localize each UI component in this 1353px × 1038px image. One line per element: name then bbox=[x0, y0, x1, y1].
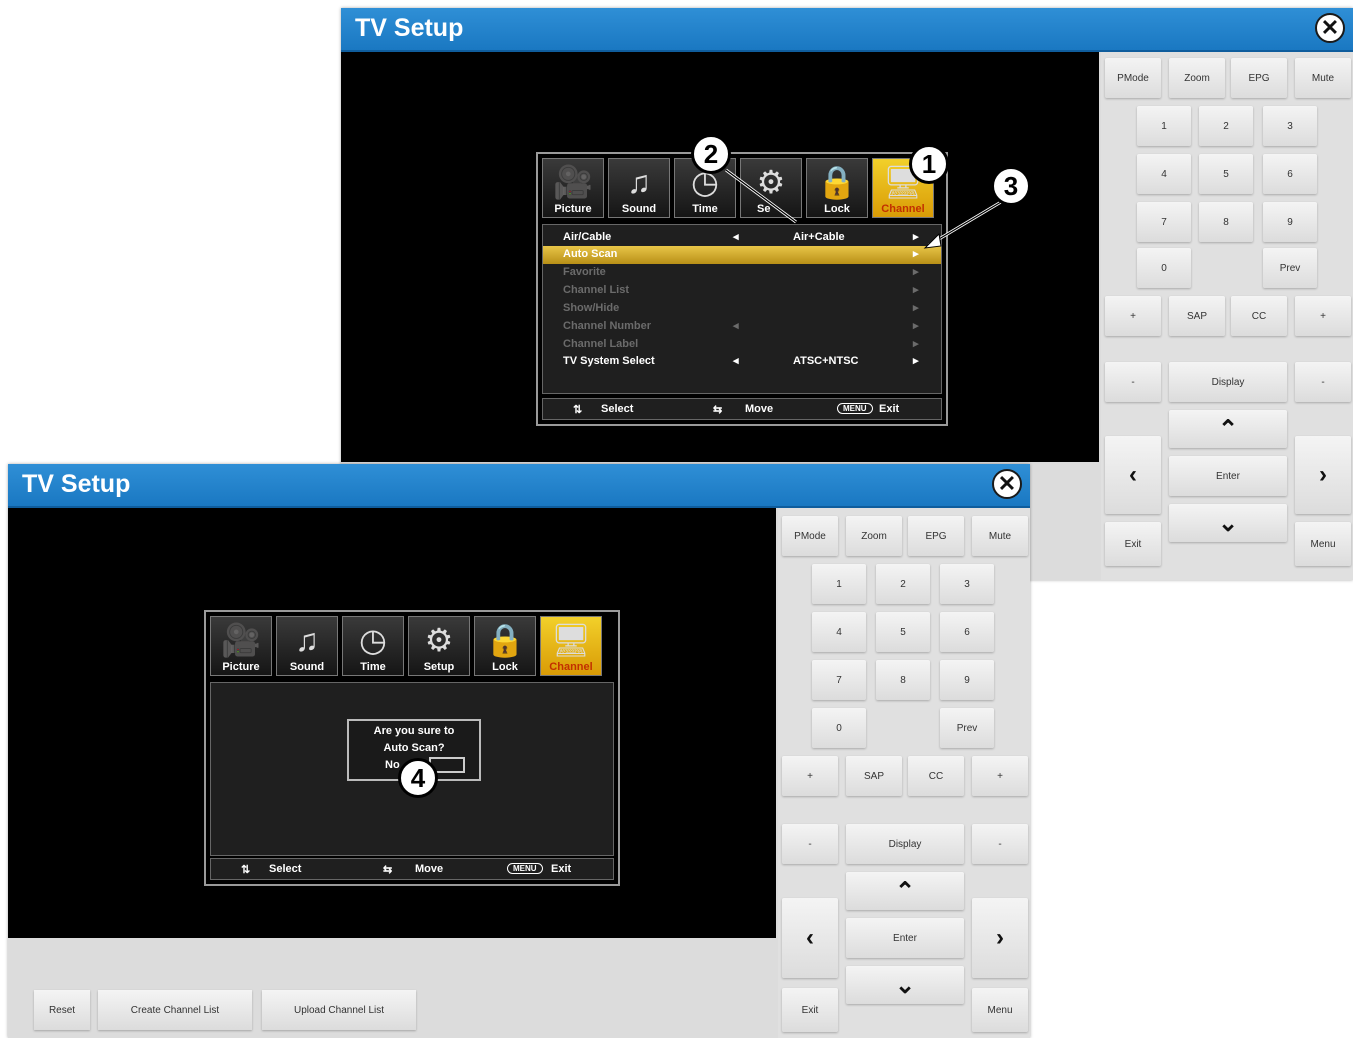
reset-button[interactable]: Reset bbox=[34, 990, 90, 1030]
digit-1-button[interactable]: 1 bbox=[812, 564, 866, 604]
tv-setup-window-front: TV Setup ✕ 🎥 Picture ♫ Sound ◷ Time ⚙ Setup … bbox=[8, 464, 1030, 1038]
left-right-icon: ⇆ bbox=[383, 864, 393, 876]
vol-minus-button[interactable]: - bbox=[782, 824, 838, 864]
digit-9-button[interactable]: 9 bbox=[940, 660, 994, 700]
monitor-icon: 🖥 bbox=[550, 622, 592, 658]
tv-screen: 🎥 Picture ♫ Sound ◷ Time ⚙ Se 🔒 Lock 🖥 Channel… bbox=[341, 52, 1099, 462]
digit-6-button[interactable]: 6 bbox=[940, 612, 994, 652]
chevron-up-icon[interactable]: ⌃ bbox=[846, 872, 964, 910]
digit-6-button[interactable]: 6 bbox=[1263, 154, 1317, 194]
remote-panel: PMode Zoom EPG Mute 1 2 3 4 5 6 7 8 9 0 … bbox=[1101, 52, 1353, 580]
prev-button[interactable]: Prev bbox=[1263, 248, 1317, 288]
prev-button[interactable]: Prev bbox=[940, 708, 994, 748]
exit-button[interactable]: Exit bbox=[782, 988, 838, 1032]
clock-icon: ◷ bbox=[359, 622, 387, 658]
digit-0-button[interactable]: 0 bbox=[1137, 248, 1191, 288]
enter-button[interactable]: Enter bbox=[1169, 456, 1287, 496]
ch-minus-button[interactable]: - bbox=[1295, 362, 1351, 402]
cc-button[interactable]: CC bbox=[1231, 296, 1287, 336]
music-note-icon: ♫ bbox=[295, 622, 319, 658]
bottom-toolbar: Reset Create Channel List Upload Channel… bbox=[8, 938, 776, 1038]
epg-button[interactable]: EPG bbox=[908, 516, 964, 556]
digit-3-button[interactable]: 3 bbox=[1263, 106, 1317, 146]
remote-panel: PMode Zoom EPG Mute 1 2 3 4 5 6 7 8 9 0 … bbox=[778, 508, 1030, 1038]
chevron-right-icon[interactable]: › bbox=[1295, 436, 1351, 514]
chevron-down-icon[interactable]: ⌄ bbox=[1169, 504, 1287, 542]
digit-7-button[interactable]: 7 bbox=[812, 660, 866, 700]
callout-3: 3 bbox=[991, 166, 1031, 206]
osd-tab-lock[interactable]: 🔒 Lock bbox=[474, 616, 536, 676]
osd-tab-setup[interactable]: ⚙ Setup bbox=[408, 616, 470, 676]
digit-2-button[interactable]: 2 bbox=[1199, 106, 1253, 146]
osd-menu: 🎥 Picture ♫ Sound ◷ Time ⚙ Setup 🔒 Lock 🖥 Chan… bbox=[204, 610, 620, 886]
digit-4-button[interactable]: 4 bbox=[1137, 154, 1191, 194]
display-button[interactable]: Display bbox=[1169, 362, 1287, 402]
title-bar: TV Setup ✕ bbox=[341, 8, 1353, 52]
vol-plus-button[interactable]: + bbox=[1105, 296, 1161, 336]
digit-7-button[interactable]: 7 bbox=[1137, 202, 1191, 242]
vol-plus-button[interactable]: + bbox=[782, 756, 838, 796]
chevron-down-icon[interactable]: ⌄ bbox=[846, 966, 964, 1004]
callout-2: 2 bbox=[691, 134, 731, 174]
digit-1-button[interactable]: 1 bbox=[1137, 106, 1191, 146]
window-title: TV Setup bbox=[22, 470, 131, 498]
upload-channel-list-button[interactable]: Upload Channel List bbox=[262, 990, 416, 1030]
enter-button[interactable]: Enter bbox=[846, 918, 964, 958]
sap-button[interactable]: SAP bbox=[846, 756, 902, 796]
dialog-line-2: Auto Scan? bbox=[383, 742, 445, 754]
digit-4-button[interactable]: 4 bbox=[812, 612, 866, 652]
epg-button[interactable]: EPG bbox=[1231, 58, 1287, 98]
dialog-line-1: Are you sure to bbox=[373, 725, 455, 737]
callout-4: 4 bbox=[398, 758, 438, 798]
digit-2-button[interactable]: 2 bbox=[876, 564, 930, 604]
chevron-left-icon[interactable]: ‹ bbox=[782, 898, 838, 978]
menu-button[interactable]: Menu bbox=[1295, 522, 1351, 566]
menu-button[interactable]: Menu bbox=[972, 988, 1028, 1032]
vol-minus-button[interactable]: - bbox=[1105, 362, 1161, 402]
digit-9-button[interactable]: 9 bbox=[1263, 202, 1317, 242]
display-button[interactable]: Display bbox=[846, 824, 964, 864]
exit-button[interactable]: Exit bbox=[1105, 522, 1161, 566]
create-channel-list-button[interactable]: Create Channel List bbox=[98, 990, 252, 1030]
tv-screen: 🎥 Picture ♫ Sound ◷ Time ⚙ Setup 🔒 Lock 🖥 Chan… bbox=[8, 508, 776, 938]
callout-arrows bbox=[725, 168, 1002, 249]
digit-8-button[interactable]: 8 bbox=[1199, 202, 1253, 242]
digit-0-button[interactable]: 0 bbox=[812, 708, 866, 748]
osd-tab-bar: 🎥 Picture ♫ Sound ◷ Time ⚙ Setup 🔒 Lock 🖥 Chan… bbox=[210, 616, 602, 676]
zoom-button[interactable]: Zoom bbox=[1169, 58, 1225, 98]
title-bar: TV Setup ✕ bbox=[8, 464, 1030, 508]
window-title: TV Setup bbox=[355, 14, 464, 42]
ch-minus-button[interactable]: - bbox=[972, 824, 1028, 864]
close-icon[interactable]: ✕ bbox=[1315, 13, 1345, 43]
close-icon[interactable]: ✕ bbox=[992, 469, 1022, 499]
lock-icon: 🔒 bbox=[485, 622, 525, 658]
ch-plus-button[interactable]: + bbox=[1295, 296, 1351, 336]
chevron-left-icon[interactable]: ‹ bbox=[1105, 436, 1161, 514]
cc-button[interactable]: CC bbox=[908, 756, 964, 796]
mute-button[interactable]: Mute bbox=[1295, 58, 1351, 98]
up-down-icon: ⇅ bbox=[241, 864, 251, 876]
pmode-button[interactable]: PMode bbox=[782, 516, 838, 556]
callout-1: 1 bbox=[909, 144, 949, 184]
ch-plus-button[interactable]: + bbox=[972, 756, 1028, 796]
osd-tab-sound[interactable]: ♫ Sound bbox=[276, 616, 338, 676]
chevron-up-icon[interactable]: ⌃ bbox=[1169, 410, 1287, 448]
gear-icon: ⚙ bbox=[424, 622, 454, 658]
digit-5-button[interactable]: 5 bbox=[1199, 154, 1253, 194]
mute-button[interactable]: Mute bbox=[972, 516, 1028, 556]
dialog-no-option[interactable]: No bbox=[385, 759, 400, 771]
osd-tab-channel[interactable]: 🖥 Channel bbox=[540, 616, 602, 676]
digit-3-button[interactable]: 3 bbox=[940, 564, 994, 604]
chevron-right-icon[interactable]: › bbox=[972, 898, 1028, 978]
digit-8-button[interactable]: 8 bbox=[876, 660, 930, 700]
camera-icon: 🎥 bbox=[221, 622, 261, 658]
osd-footer: ⇅ Select ⇆ Move MENU Exit bbox=[210, 858, 614, 880]
sap-button[interactable]: SAP bbox=[1169, 296, 1225, 336]
osd-tab-picture[interactable]: 🎥 Picture bbox=[210, 616, 272, 676]
pmode-button[interactable]: PMode bbox=[1105, 58, 1161, 98]
zoom-button[interactable]: Zoom bbox=[846, 516, 902, 556]
osd-tab-time[interactable]: ◷ Time bbox=[342, 616, 404, 676]
digit-5-button[interactable]: 5 bbox=[876, 612, 930, 652]
